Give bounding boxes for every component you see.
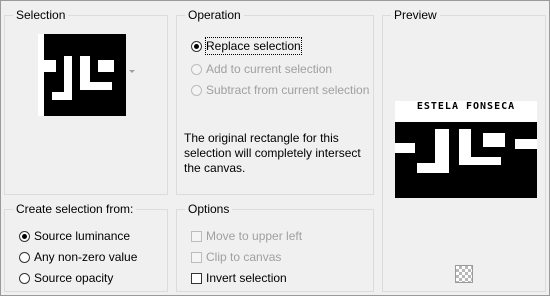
- source-luminance-label: Source luminance: [34, 229, 131, 243]
- source-luminance-radio[interactable]: Source luminance: [19, 228, 130, 244]
- selection-group-title: Selection: [13, 8, 69, 22]
- move-to-upper-left-label: Move to upper left: [206, 229, 303, 243]
- invert-selection-label: Invert selection: [206, 271, 287, 285]
- radio-indicator: [191, 63, 202, 75]
- selection-dropdown-arrow-icon[interactable]: [129, 70, 135, 73]
- selection-thumbnail-image: [38, 34, 126, 116]
- subtract-from-selection-label: Subtract from current selection: [206, 83, 370, 97]
- create-from-group: Create selection from: Source luminance …: [4, 202, 168, 292]
- invert-selection-checkbox[interactable]: Invert selection: [191, 270, 287, 286]
- move-to-upper-left-checkbox[interactable]: Move to upper left: [191, 228, 302, 244]
- preview-group-title: Preview: [391, 8, 440, 22]
- replace-selection-label: Replace selection: [205, 37, 302, 55]
- radio-indicator: [19, 272, 30, 284]
- radio-indicator: [19, 230, 30, 242]
- source-opacity-label: Source opacity: [34, 271, 114, 285]
- any-non-zero-value-label: Any non-zero value: [34, 250, 138, 264]
- clip-to-canvas-label: Clip to canvas: [206, 250, 282, 264]
- radio-indicator: [191, 40, 202, 52]
- replace-selection-radio[interactable]: Replace selection: [191, 37, 302, 55]
- checkbox-indicator: [191, 230, 202, 242]
- options-group: Options Move to upper left Clip to canva…: [176, 202, 374, 292]
- transparency-checker-icon[interactable]: [455, 265, 473, 283]
- preview-graphic: [395, 119, 537, 198]
- add-to-selection-label: Add to current selection: [206, 62, 333, 76]
- checkbox-indicator: [191, 272, 202, 284]
- create-from-group-title: Create selection from:: [13, 202, 137, 216]
- selection-thumbnail[interactable]: [38, 34, 126, 116]
- clip-to-canvas-checkbox[interactable]: Clip to canvas: [191, 249, 281, 265]
- operation-description: The original rectangle for this selectio…: [184, 131, 361, 175]
- radio-indicator: [19, 251, 30, 263]
- subtract-from-selection-radio[interactable]: Subtract from current selection: [191, 82, 369, 98]
- preview-caption: ESTELA FONSECA: [416, 101, 516, 112]
- preview-image: ESTELA FONSECA: [395, 101, 537, 198]
- add-to-selection-radio[interactable]: Add to current selection: [191, 61, 332, 77]
- any-non-zero-value-radio[interactable]: Any non-zero value: [19, 249, 137, 265]
- radio-indicator: [191, 84, 202, 96]
- source-opacity-radio[interactable]: Source opacity: [19, 270, 113, 286]
- operation-group-title: Operation: [185, 8, 244, 22]
- checkbox-indicator: [191, 251, 202, 263]
- options-group-title: Options: [185, 202, 233, 216]
